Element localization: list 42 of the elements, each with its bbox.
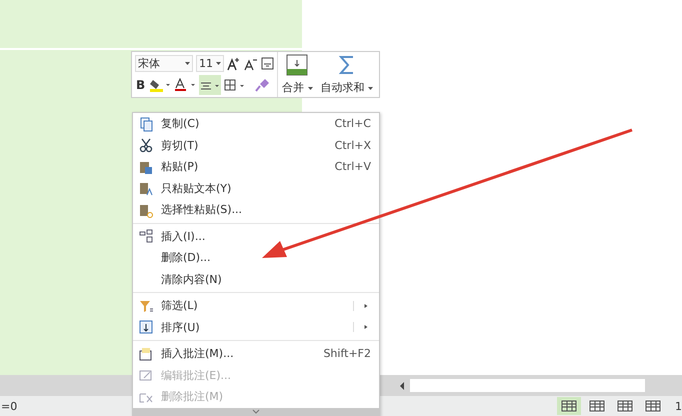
caret-icon [216,62,221,66]
menu-item-icon [138,180,154,196]
menu-item-icon [138,116,154,132]
bold-button[interactable]: B [135,75,146,95]
caret-icon [368,87,373,91]
chevron-down-icon [252,409,260,414]
scroll-left-icon[interactable] [398,380,406,390]
font-dropdown[interactable]: 宋体 [135,55,193,72]
horizontal-scrollbar[interactable] [410,379,645,392]
fill-color-icon[interactable] [149,78,172,92]
menu-item[interactable]: 清除内容(N) [133,268,379,290]
menu-item[interactable]: 排序(U) [133,316,379,338]
menu-item-icon [138,346,154,362]
menu-item-icon [138,137,154,154]
view-button[interactable] [557,397,581,415]
format-painter-icon[interactable] [255,78,272,92]
font-color-icon[interactable] [174,78,196,92]
page-number: 1 [674,400,682,412]
wrap-text-icon[interactable] [261,57,274,70]
grow-font-icon[interactable] [227,56,241,70]
menu-item-icon [138,319,154,336]
menu-item[interactable]: 剪切(T) Ctrl+X [133,134,379,156]
menu-item[interactable]: 选择性粘贴(S)... [133,199,379,220]
caret-icon [185,62,190,66]
borders-icon[interactable] [224,79,246,91]
menu-item[interactable]: 只粘贴文本(Y) [133,178,379,199]
menu-item[interactable]: 复制(C) Ctrl+C [133,113,379,134]
align-center-button[interactable] [199,75,222,95]
menu-item[interactable]: 删除(D)... [133,247,379,268]
menu-item[interactable]: 插入(I)... [133,226,379,247]
merge-button[interactable]: 合并 [278,52,316,97]
font-size-dropdown[interactable]: 11 [196,55,224,72]
sigma-icon [338,54,356,76]
merge-cells-icon [286,54,308,76]
menu-item[interactable]: 插入批注(M)... Shift+F2 [133,343,379,364]
shrink-font-icon[interactable] [244,56,258,70]
menu-item[interactable]: 筛选(L) [133,295,379,316]
caret-icon [308,87,312,91]
menu-item[interactable]: 粘贴(P) Ctrl+V [133,156,379,178]
menu-item-icon [138,228,154,244]
status-formula: =0 [0,400,18,412]
autosum-button[interactable]: 自动求和 [316,52,377,97]
